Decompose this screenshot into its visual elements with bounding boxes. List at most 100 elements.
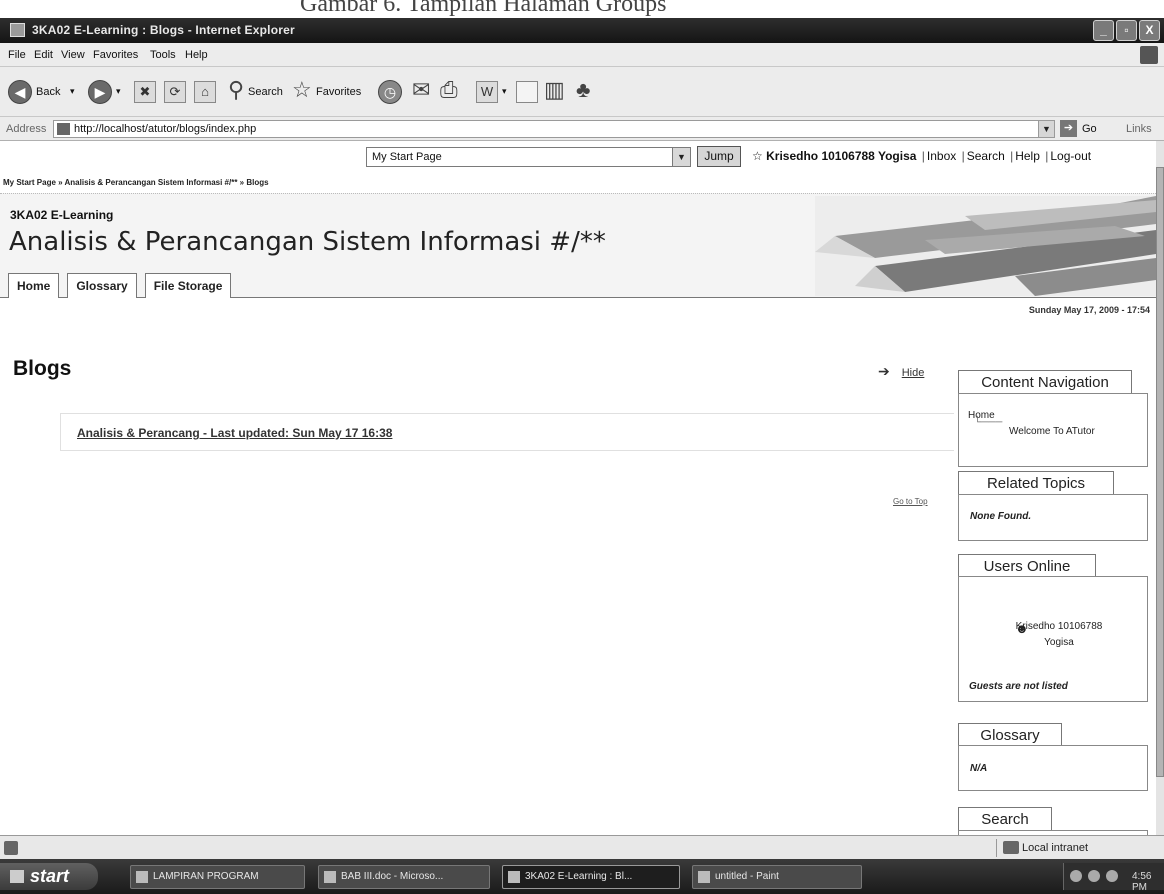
task-internet-explorer[interactable]: 3KA02 E-Learning : Bl... bbox=[502, 865, 680, 889]
start-button[interactable]: start bbox=[0, 863, 98, 890]
task-label[interactable]: untitled - Paint bbox=[715, 871, 779, 882]
logout-link[interactable]: Log-out bbox=[1050, 149, 1091, 163]
course-tabs: Home Glossary File Storage bbox=[8, 273, 232, 298]
windows-logo-icon bbox=[1140, 46, 1158, 64]
users-online-tab[interactable]: Users Online bbox=[958, 554, 1096, 578]
window-title: 3KA02 E-Learning : Blogs - Internet Expl… bbox=[32, 23, 295, 37]
star-icon: ☆ bbox=[752, 149, 763, 163]
task-label[interactable]: BAB III.doc - Microso... bbox=[341, 871, 443, 882]
go-button[interactable]: Go bbox=[1082, 123, 1097, 135]
go-arrow-icon[interactable]: ➔ bbox=[1060, 120, 1077, 137]
task-word-document[interactable]: BAB III.doc - Microso... bbox=[318, 865, 490, 889]
search-label[interactable]: Search bbox=[248, 86, 283, 98]
glossary-panel: N/A bbox=[958, 745, 1148, 791]
close-button[interactable]: X bbox=[1139, 20, 1160, 41]
online-user-name[interactable]: Krisedho 10106788 Yogisa bbox=[1014, 619, 1104, 651]
address-label: Address bbox=[6, 123, 47, 135]
search-tab[interactable]: Search bbox=[958, 807, 1052, 831]
print-icon[interactable]: ⎙ bbox=[440, 77, 458, 103]
intranet-zone-icon bbox=[1003, 841, 1019, 854]
edit-icon[interactable]: W bbox=[476, 81, 498, 103]
start-label[interactable]: start bbox=[30, 866, 69, 886]
back-dropdown-icon[interactable]: ▾ bbox=[70, 86, 75, 97]
maximize-button[interactable]: ▫ bbox=[1116, 20, 1137, 41]
hide-link-text[interactable]: Hide bbox=[902, 367, 925, 379]
task-label[interactable]: LAMPIRAN PROGRAM bbox=[153, 871, 259, 882]
guests-note: Guests are not listed bbox=[969, 681, 1068, 692]
help-link[interactable]: Help bbox=[1015, 149, 1040, 163]
tab-home[interactable]: Home bbox=[8, 273, 60, 298]
date-time: Sunday May 17, 2009 - 17:54 bbox=[1028, 305, 1150, 315]
menu-view[interactable]: View bbox=[61, 49, 85, 61]
hide-menu-link[interactable]: ➔ Hide bbox=[878, 363, 924, 380]
window-title-bar: 3KA02 E-Learning : Blogs - Internet Expl… bbox=[0, 18, 1164, 43]
edit-dropdown-icon[interactable]: ▾ bbox=[502, 86, 507, 97]
breadcrumb[interactable]: My Start Page » Analisis & Perancangan S… bbox=[3, 178, 269, 187]
caption-text: Gambar 6. Tampilan Halaman Groups bbox=[300, 0, 667, 17]
blog-entry-link[interactable]: Analisis & Perancang - Last updated: Sun… bbox=[77, 426, 392, 440]
home-icon[interactable]: ⌂ bbox=[194, 81, 216, 103]
address-bar: Address http://localhost/atutor/blogs/in… bbox=[0, 117, 1164, 141]
page-icon bbox=[57, 123, 70, 135]
task-paint[interactable]: untitled - Paint bbox=[692, 865, 862, 889]
glossary-tab[interactable]: Glossary bbox=[958, 723, 1062, 747]
volume-icon[interactable] bbox=[1088, 870, 1100, 882]
menu-favorites[interactable]: Favorites bbox=[93, 49, 138, 61]
address-url[interactable]: http://localhost/atutor/blogs/index.php bbox=[74, 123, 256, 135]
ie-app-icon bbox=[10, 23, 25, 37]
jump-button[interactable]: Jump bbox=[697, 146, 741, 167]
history-icon[interactable]: ◷ bbox=[378, 80, 402, 104]
address-input[interactable]: http://localhost/atutor/blogs/index.php … bbox=[53, 120, 1055, 138]
status-bar: Local intranet bbox=[0, 835, 1164, 859]
stop-icon[interactable]: ✖ bbox=[134, 81, 156, 103]
search-link[interactable]: Search bbox=[967, 149, 1005, 163]
blog-list: Analisis & Perancang - Last updated: Sun… bbox=[60, 413, 954, 451]
menu-file[interactable]: File bbox=[8, 49, 26, 61]
tab-glossary[interactable]: Glossary bbox=[67, 273, 137, 298]
task-lampiran-program[interactable]: LAMPIRAN PROGRAM bbox=[130, 865, 305, 889]
search-icon[interactable]: ⚲ bbox=[228, 77, 244, 103]
scrollbar-thumb[interactable] bbox=[1156, 167, 1164, 777]
network-icon[interactable] bbox=[1070, 870, 1082, 882]
mail-icon[interactable]: ✉ bbox=[412, 77, 430, 103]
jump-dropdown-icon[interactable]: ▼ bbox=[672, 148, 690, 166]
favorites-label[interactable]: Favorites bbox=[316, 86, 361, 98]
favorites-star-icon[interactable]: ☆ bbox=[292, 77, 312, 103]
content-navigation-tab[interactable]: Content Navigation bbox=[958, 370, 1132, 394]
menu-help[interactable]: Help bbox=[185, 49, 208, 61]
content-navigation-panel: Home └─── Welcome To ATutor bbox=[958, 393, 1148, 467]
refresh-icon[interactable]: ⟳ bbox=[164, 81, 186, 103]
clock[interactable]: 4:56 PM bbox=[1132, 871, 1164, 893]
research-icon[interactable]: ▥ bbox=[544, 77, 565, 103]
inbox-link[interactable]: Inbox bbox=[927, 149, 956, 163]
figure-caption: Gambar 6. Tampilan Halaman Groups bbox=[0, 0, 1164, 18]
menu-tools[interactable]: Tools bbox=[150, 49, 176, 61]
forward-arrow-icon[interactable]: ▶ bbox=[88, 80, 112, 104]
go-to-top-link[interactable]: Go to Top bbox=[893, 497, 928, 506]
vertical-scrollbar[interactable] bbox=[1156, 141, 1164, 835]
forward-dropdown-icon[interactable]: ▾ bbox=[116, 86, 121, 97]
address-dropdown-icon[interactable]: ▼ bbox=[1038, 121, 1054, 137]
glossary-text: N/A bbox=[970, 763, 988, 774]
window-controls: _ ▫ X bbox=[1093, 20, 1160, 41]
menu-bar: File Edit View Favorites Tools Help bbox=[0, 43, 1164, 67]
security-zone: Local intranet bbox=[1022, 842, 1089, 854]
ie-icon bbox=[508, 871, 520, 883]
status-divider bbox=[996, 839, 997, 857]
messenger-icon[interactable]: ♣ bbox=[576, 77, 590, 103]
links-button[interactable]: Links bbox=[1126, 123, 1152, 135]
page-viewport: My Start Page ▼ Jump ☆ Krisedho 10106788… bbox=[0, 141, 1156, 835]
related-topics-tab[interactable]: Related Topics bbox=[958, 471, 1114, 495]
jump-select-value[interactable]: My Start Page bbox=[372, 151, 442, 163]
menu-edit[interactable]: Edit bbox=[34, 49, 53, 61]
task-label[interactable]: 3KA02 E-Learning : Bl... bbox=[525, 871, 632, 882]
back-arrow-icon[interactable]: ◀ bbox=[8, 80, 32, 104]
jump-select[interactable]: My Start Page ▼ bbox=[366, 147, 691, 167]
course-code: 3KA02 E-Learning bbox=[10, 208, 114, 222]
tray-app-icon[interactable] bbox=[1106, 870, 1118, 882]
minimize-button[interactable]: _ bbox=[1093, 20, 1114, 41]
nav-tree-child[interactable]: Welcome To ATutor bbox=[1009, 426, 1095, 437]
tab-file-storage[interactable]: File Storage bbox=[144, 273, 232, 298]
discuss-icon[interactable] bbox=[516, 81, 538, 103]
back-label[interactable]: Back bbox=[36, 86, 60, 98]
